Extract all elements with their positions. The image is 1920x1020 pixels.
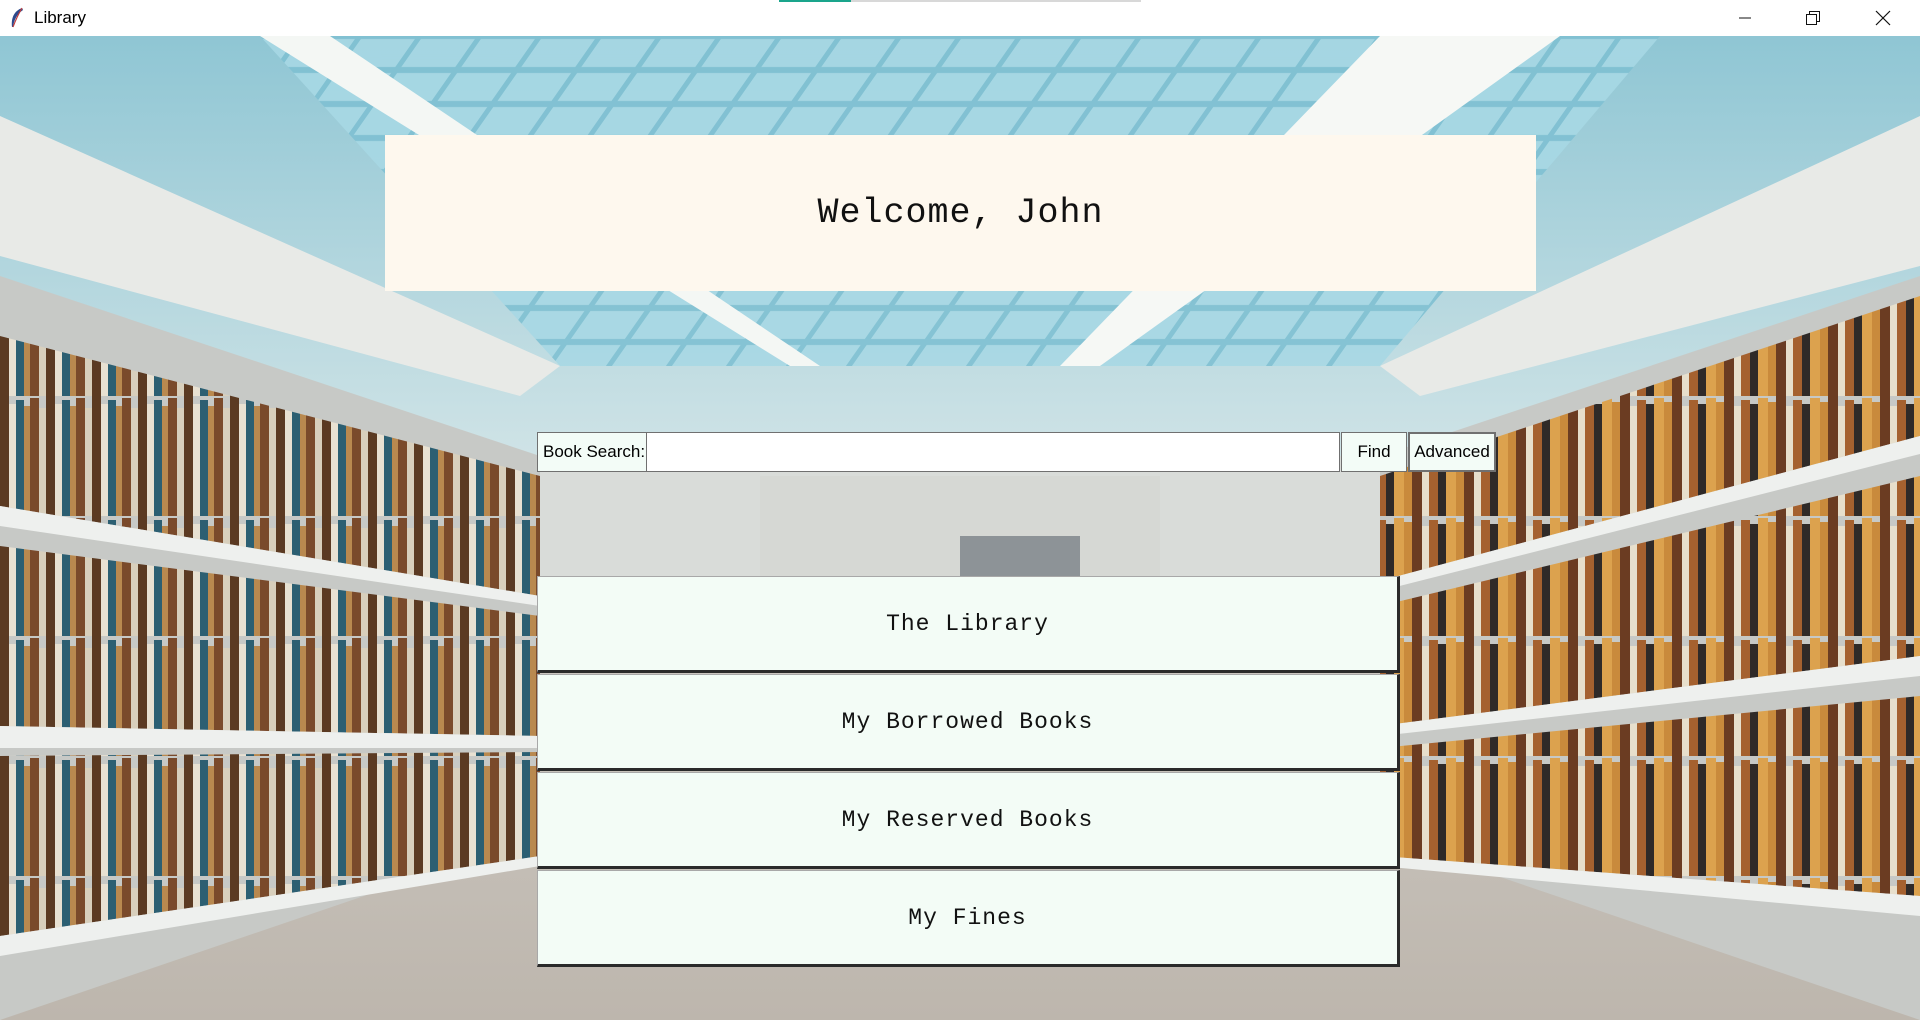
the-library-button[interactable]: The Library [537, 576, 1400, 673]
my-fines-button[interactable]: My Fines [537, 870, 1400, 967]
close-icon [1875, 10, 1891, 26]
accent-line-secondary [851, 0, 1141, 2]
my-reserved-books-button[interactable]: My Reserved Books [537, 772, 1400, 869]
find-button[interactable]: Find [1341, 432, 1407, 472]
restore-icon [1806, 11, 1820, 25]
my-borrowed-books-button[interactable]: My Borrowed Books [537, 674, 1400, 771]
main-menu: The Library My Borrowed Books My Reserve… [537, 576, 1400, 968]
title-bar[interactable]: Library [0, 0, 1920, 36]
minimize-button[interactable] [1710, 0, 1780, 36]
app-window: Library Welcome, John Book Search: Find … [0, 0, 1920, 1020]
welcome-text: Welcome, John [817, 193, 1104, 233]
minimize-icon [1739, 17, 1751, 19]
restore-button[interactable] [1778, 0, 1848, 36]
search-input[interactable] [647, 432, 1340, 472]
feather-icon [8, 7, 26, 29]
search-label: Book Search: [537, 432, 647, 472]
welcome-banner: Welcome, John [385, 135, 1536, 291]
close-button[interactable] [1848, 0, 1918, 36]
search-bar: Book Search: Find Advanced [537, 432, 1496, 472]
accent-line [779, 0, 851, 2]
advanced-search-button[interactable]: Advanced [1408, 432, 1496, 472]
window-title: Library [34, 8, 86, 27]
